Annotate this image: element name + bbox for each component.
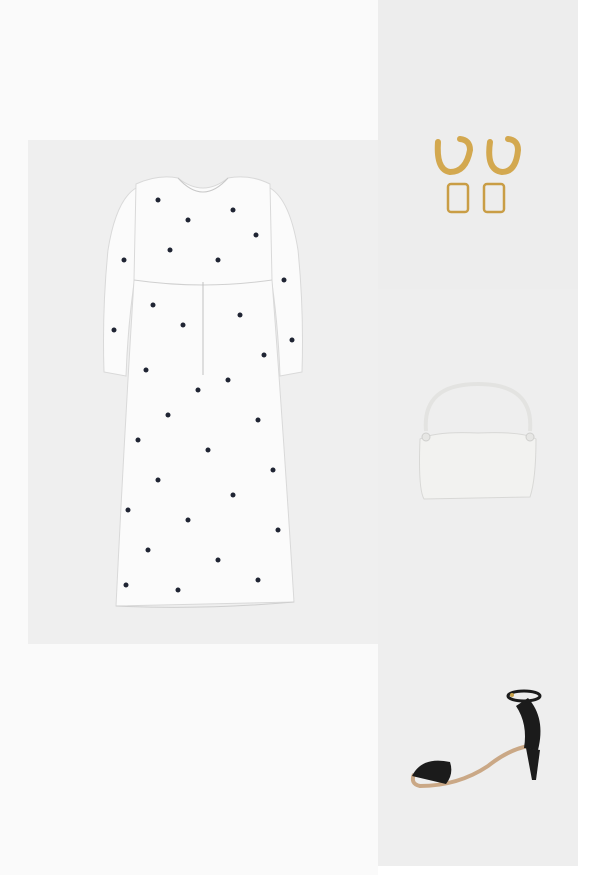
sandal-product-image[interactable] <box>378 578 578 866</box>
earrings-product-image[interactable] <box>378 0 578 289</box>
dress-icon <box>103 176 303 608</box>
handbag-product-image[interactable] <box>378 289 578 578</box>
dress-product-image[interactable] <box>28 140 378 644</box>
earrings-icon <box>434 136 522 214</box>
sandal-icon <box>410 689 542 789</box>
handbag-icon <box>419 381 537 500</box>
